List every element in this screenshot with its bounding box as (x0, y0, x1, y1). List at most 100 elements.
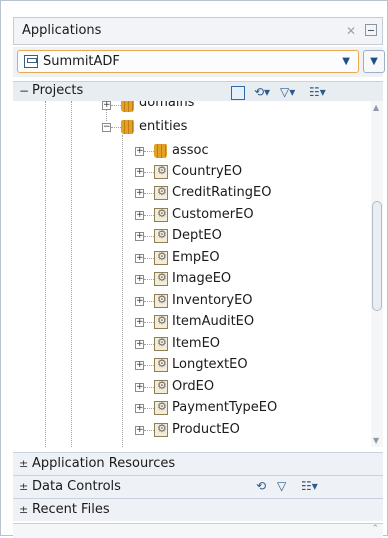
scroll-indicator-icon[interactable]: ⌃ (371, 524, 379, 534)
collapse-icon[interactable]: − (19, 84, 29, 98)
entity-object-icon (154, 336, 168, 351)
refresh-icon[interactable]: ⟲▾ (254, 84, 270, 100)
tree-node-entity[interactable]: + CreditRatingEO (13, 183, 371, 203)
tree-node-entity[interactable]: + ItemEO (13, 334, 371, 354)
tree-node-entity[interactable]: + InventoryEO (13, 291, 371, 311)
tree-node-label: ImageEO (172, 271, 232, 286)
filter-icon[interactable]: ▽ (277, 478, 286, 494)
tree-node-label: ItemEO (172, 336, 221, 351)
entity-object-icon (154, 164, 168, 179)
tree-node-label: CreditRatingEO (172, 185, 272, 200)
refresh-icon[interactable]: ⟲ (256, 478, 266, 494)
project-tree: + domains − entities + assoc + CountryEO… (13, 101, 371, 447)
recent-files-section[interactable]: ± Recent Files (13, 498, 383, 521)
expand-icon[interactable]: ± (19, 503, 28, 516)
options-icon[interactable]: ☷▾ (301, 478, 318, 494)
tree-node-assoc[interactable]: + assoc (13, 141, 371, 161)
chevron-down-icon[interactable]: ▼ (342, 56, 350, 67)
entity-object-icon (154, 207, 168, 222)
expand-icon[interactable]: + (135, 275, 144, 284)
tree-node-entity[interactable]: + CustomerEO (13, 205, 371, 225)
entity-object-icon (154, 422, 168, 437)
section-label: Recent Files (32, 502, 110, 517)
expand-icon[interactable]: + (135, 404, 144, 413)
expand-icon[interactable]: + (135, 254, 144, 263)
tree-node-entity[interactable]: + ProductEO (13, 420, 371, 447)
scroll-down-icon[interactable]: ▼ (373, 436, 379, 445)
scroll-up-icon[interactable]: ▲ (373, 103, 379, 112)
expand-icon[interactable]: ± (19, 457, 28, 470)
tree-node-label: CountryEO (172, 164, 243, 179)
panel-titlebar: Applications ✕ (13, 17, 383, 45)
package-icon (121, 120, 134, 134)
entity-object-icon (154, 379, 168, 394)
applications-panel: Applications ✕ SummitADF ▼ ▼ − Projects … (0, 0, 388, 538)
expand-icon[interactable]: + (102, 101, 111, 110)
tree-node-label: PaymentTypeEO (172, 400, 278, 415)
expand-icon[interactable]: + (135, 232, 144, 241)
expand-icon[interactable]: ± (19, 480, 28, 493)
application-name: SummitADF (43, 54, 120, 69)
panel-title: Applications (22, 23, 102, 38)
data-controls-section[interactable]: ± Data Controls ⟲ ▽ ☷▾ (13, 475, 383, 498)
package-icon (154, 144, 167, 158)
package-icon (121, 101, 134, 112)
application-dropdown[interactable]: SummitADF ▼ (17, 50, 359, 73)
entity-object-icon (154, 293, 168, 308)
tree-node-domains[interactable]: + domains (13, 101, 371, 115)
tree-node-entity[interactable]: + DeptEO (13, 226, 371, 246)
expand-icon[interactable]: + (135, 361, 144, 370)
expand-icon[interactable]: + (135, 147, 144, 156)
collapse-icon[interactable]: − (102, 123, 111, 132)
navigator-search-icon[interactable] (231, 84, 245, 100)
entity-object-icon (154, 250, 168, 265)
expand-icon[interactable]: + (135, 383, 144, 392)
entity-object-icon (154, 400, 168, 415)
entity-object-icon (154, 357, 168, 372)
tree-node-label: ItemAuditEO (172, 314, 255, 329)
section-label: Data Controls (32, 479, 121, 494)
tree-node-label: DeptEO (172, 228, 222, 243)
tree-node-label: domains (139, 101, 195, 110)
tree-node-label: ProductEO (172, 422, 240, 437)
tree-scrollbar[interactable]: ▲ ▼ (371, 101, 383, 447)
entity-object-icon (154, 185, 168, 200)
tree-node-label: InventoryEO (172, 293, 253, 308)
tree-node-label: LongtextEO (172, 357, 248, 372)
tree-node-entities[interactable]: − entities (13, 117, 371, 137)
expand-icon[interactable]: + (135, 211, 144, 220)
scrollbar-thumb[interactable] (372, 201, 382, 311)
tree-node-entity[interactable]: + EmpEO (13, 248, 371, 268)
entity-object-icon (154, 271, 168, 286)
options-icon[interactable]: ☷▾ (309, 84, 326, 100)
tree-node-label: CustomerEO (172, 207, 254, 222)
tree-node-entity[interactable]: + OrdEO (13, 377, 371, 397)
expand-icon[interactable]: + (135, 297, 144, 306)
projects-header[interactable]: − Projects ⟲▾ ▽▾ ☷▾ (13, 81, 383, 102)
application-icon (24, 55, 38, 68)
expand-icon[interactable]: + (135, 340, 144, 349)
tree-node-label: EmpEO (172, 250, 220, 265)
expand-icon[interactable]: + (135, 318, 144, 327)
close-icon[interactable]: ✕ (346, 24, 356, 38)
tree-node-entity[interactable]: + CountryEO (13, 162, 371, 182)
entity-object-icon (154, 314, 168, 329)
expand-icon[interactable]: + (135, 426, 144, 435)
tree-node-entity[interactable]: + PaymentTypeEO (13, 398, 371, 418)
entity-object-icon (154, 228, 168, 243)
projects-label: Projects (32, 83, 84, 98)
minimize-icon[interactable] (365, 24, 377, 36)
tree-node-entity[interactable]: + LongtextEO (13, 355, 371, 375)
expand-icon[interactable]: + (135, 189, 144, 198)
tree-node-entity[interactable]: + ImageEO (13, 269, 371, 289)
section-label: Application Resources (32, 456, 176, 471)
tree-node-label: entities (139, 119, 188, 134)
filter-icon[interactable]: ▽▾ (280, 84, 295, 100)
tree-node-entity[interactable]: + ItemAuditEO (13, 312, 371, 332)
application-selector-bar: SummitADF ▼ ▼ (13, 47, 385, 77)
application-resources-section[interactable]: ± Application Resources (13, 452, 383, 475)
expand-icon[interactable]: + (135, 168, 144, 177)
tree-node-label: assoc (172, 143, 209, 158)
tree-node-label: OrdEO (172, 379, 215, 394)
application-menu-button[interactable]: ▼ (363, 50, 385, 73)
